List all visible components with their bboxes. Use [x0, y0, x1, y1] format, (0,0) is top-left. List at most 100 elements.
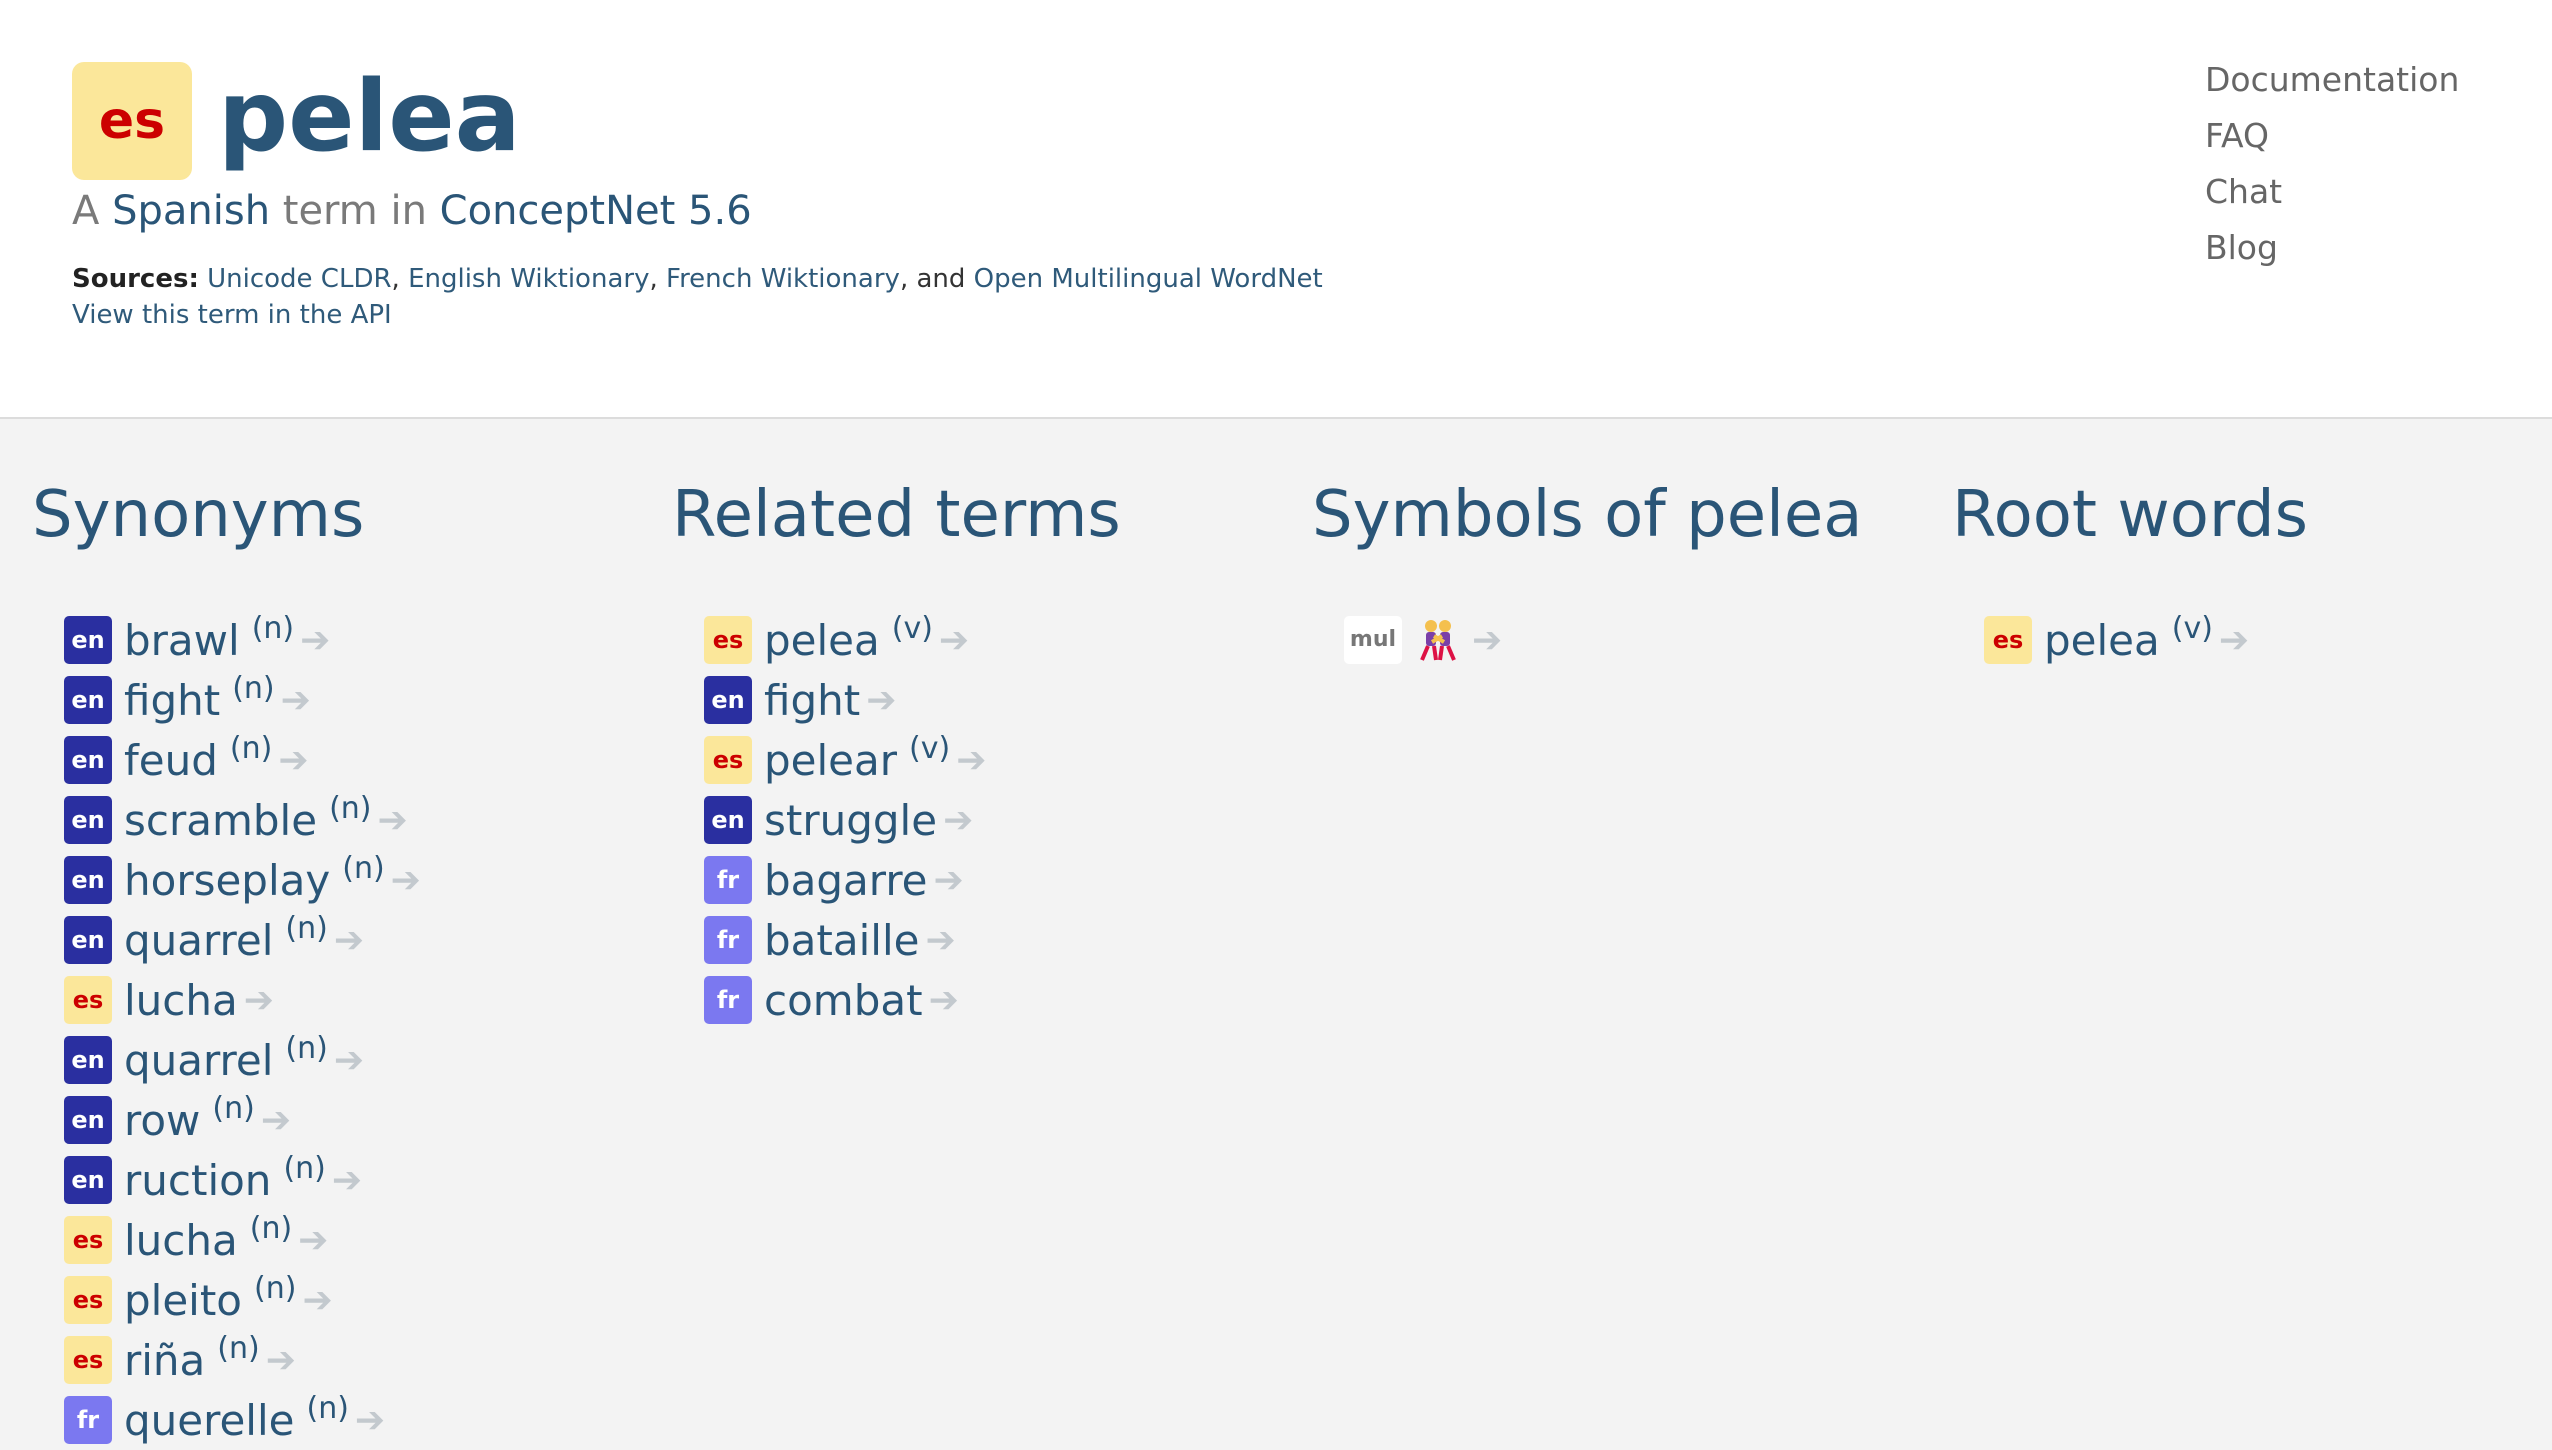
list-item[interactable]: en row (n) ➔	[64, 1090, 632, 1150]
part-of-speech: (n)	[232, 670, 275, 706]
term-link[interactable]: scramble	[124, 796, 317, 845]
arrow-right-icon[interactable]: ➔	[278, 740, 308, 781]
api-link[interactable]: View this term in the API	[72, 300, 392, 330]
term-link[interactable]: riña	[124, 1336, 205, 1385]
list-item[interactable]: fr querelle (n) ➔	[64, 1390, 632, 1450]
source-link-open-multilingual-wordnet[interactable]: Open Multilingual WordNet	[974, 264, 1323, 294]
arrow-right-icon[interactable]: ➔	[2219, 620, 2249, 661]
source-link-unicode-cldr[interactable]: Unicode CLDR	[207, 264, 391, 294]
arrow-right-icon[interactable]: ➔	[939, 620, 969, 661]
arrow-right-icon[interactable]: ➔	[266, 1340, 296, 1381]
term-link[interactable]: feud	[124, 736, 218, 785]
term-link[interactable]: row	[124, 1096, 200, 1145]
list-item[interactable]: en ruction (n) ➔	[64, 1150, 632, 1210]
language-badge: en	[704, 796, 752, 844]
list-item[interactable]: en quarrel (n) ➔	[64, 910, 632, 970]
term-link[interactable]: ruction	[124, 1156, 271, 1205]
source-link-french-wiktionary[interactable]: French Wiktionary	[666, 264, 900, 294]
list-item[interactable]: en fight ➔	[704, 670, 1272, 730]
arrow-right-icon[interactable]: ➔	[391, 860, 421, 901]
term-link[interactable]: fight	[124, 676, 220, 725]
arrow-right-icon[interactable]: ➔	[925, 920, 955, 961]
synonyms-heading: Synonyms	[32, 478, 365, 552]
arrow-right-icon[interactable]: ➔	[956, 740, 986, 781]
list-item[interactable]: es lucha ➔	[64, 970, 632, 1030]
arrow-right-icon[interactable]: ➔	[943, 800, 973, 841]
part-of-speech: (n)	[283, 1150, 326, 1186]
language-link[interactable]: Spanish	[112, 188, 270, 234]
list-item[interactable]: en fight (n) ➔	[64, 670, 632, 730]
source-link-english-wiktionary[interactable]: English Wiktionary	[408, 264, 649, 294]
list-item[interactable]: fr combat ➔	[704, 970, 1272, 1030]
term-link[interactable]: lucha	[124, 976, 238, 1025]
list-item[interactable]: es pelea (v) ➔	[1984, 610, 2552, 670]
arrow-right-icon[interactable]: ➔	[300, 620, 330, 661]
term-link[interactable]: horseplay	[124, 856, 330, 905]
list-item[interactable]: fr bataille ➔	[704, 910, 1272, 970]
list-item[interactable]: es pelea (v) ➔	[704, 610, 1272, 670]
term-link[interactable]: brawl	[124, 616, 240, 665]
nav-faq[interactable]: FAQ	[2205, 114, 2459, 158]
language-badge: en	[64, 676, 112, 724]
arrow-right-icon[interactable]: ➔	[281, 680, 311, 721]
list-item[interactable]: en horseplay (n) ➔	[64, 850, 632, 910]
arrow-right-icon[interactable]: ➔	[866, 680, 896, 721]
term-link[interactable]: pelea	[764, 616, 880, 665]
arrow-right-icon[interactable]: ➔	[1472, 620, 1502, 661]
language-badge: es	[1984, 616, 2032, 664]
list-item[interactable]: es riña (n) ➔	[64, 1330, 632, 1390]
language-badge: en	[64, 616, 112, 664]
nav-chat[interactable]: Chat	[2205, 170, 2459, 214]
term-link[interactable]: pleito	[124, 1276, 242, 1325]
term-link[interactable]: bataille	[764, 916, 919, 965]
language-badge: es	[704, 616, 752, 664]
synonyms-column: Synonyms en brawl (n) ➔ en fight (n) ➔ en feud (n)…	[32, 470, 632, 1450]
list-item[interactable]: fr bagarre ➔	[704, 850, 1272, 910]
language-badge: es	[704, 736, 752, 784]
list-item[interactable]: en struggle ➔	[704, 790, 1272, 850]
term-link[interactable]: quarrel	[124, 1036, 273, 1085]
part-of-speech: (v)	[2171, 610, 2213, 646]
arrow-right-icon[interactable]: ➔	[261, 1100, 291, 1141]
nav-blog[interactable]: Blog	[2205, 226, 2459, 270]
wrestlers-emoji-icon[interactable]	[1414, 618, 1462, 662]
term-link[interactable]: querelle	[124, 1396, 294, 1445]
arrow-right-icon[interactable]: ➔	[244, 980, 274, 1021]
arrow-right-icon[interactable]: ➔	[355, 1400, 385, 1441]
arrow-right-icon[interactable]: ➔	[332, 1160, 362, 1201]
list-item[interactable]: es pelear (v) ➔	[704, 730, 1272, 790]
list-item[interactable]: mul ➔	[1344, 610, 1912, 670]
related-terms-list: es pelea (v) ➔ en fight ➔ es pelear (v) ➔ en struggl…	[672, 610, 1272, 1030]
arrow-right-icon[interactable]: ➔	[334, 920, 364, 961]
term-link[interactable]: quarrel	[124, 916, 273, 965]
arrow-right-icon[interactable]: ➔	[934, 860, 964, 901]
arrow-right-icon[interactable]: ➔	[334, 1040, 364, 1081]
part-of-speech: (n)	[285, 1030, 328, 1066]
arrow-right-icon[interactable]: ➔	[377, 800, 407, 841]
part-of-speech: (n)	[229, 730, 273, 766]
part-of-speech: (n)	[217, 1330, 260, 1366]
list-item[interactable]: en scramble (n) ➔	[64, 790, 632, 850]
term-link[interactable]: pelear	[764, 736, 897, 785]
arrow-right-icon[interactable]: ➔	[298, 1220, 328, 1261]
part-of-speech: (n)	[251, 610, 295, 646]
subtitle-prefix: A	[72, 188, 100, 234]
list-item[interactable]: en feud (n) ➔	[64, 730, 632, 790]
list-item[interactable]: es pleito (n) ➔	[64, 1270, 632, 1330]
list-item[interactable]: en brawl (n) ➔	[64, 610, 632, 670]
term-link[interactable]: lucha	[124, 1216, 238, 1265]
language-badge: en	[64, 736, 112, 784]
term-link[interactable]: combat	[764, 976, 923, 1025]
list-item[interactable]: en quarrel (n) ➔	[64, 1030, 632, 1090]
subtitle-middle: term in	[282, 188, 427, 234]
term-link[interactable]: pelea	[2044, 616, 2160, 665]
term-link[interactable]: struggle	[764, 796, 937, 845]
conceptnet-link[interactable]: ConceptNet 5.6	[440, 188, 752, 234]
symbols-heading: Symbols of pelea	[1312, 478, 1863, 552]
list-item[interactable]: es lucha (n) ➔	[64, 1210, 632, 1270]
term-link[interactable]: fight	[764, 676, 860, 725]
arrow-right-icon[interactable]: ➔	[302, 1280, 332, 1321]
nav-documentation[interactable]: Documentation	[2205, 58, 2459, 102]
arrow-right-icon[interactable]: ➔	[929, 980, 959, 1021]
term-link[interactable]: bagarre	[764, 856, 928, 905]
